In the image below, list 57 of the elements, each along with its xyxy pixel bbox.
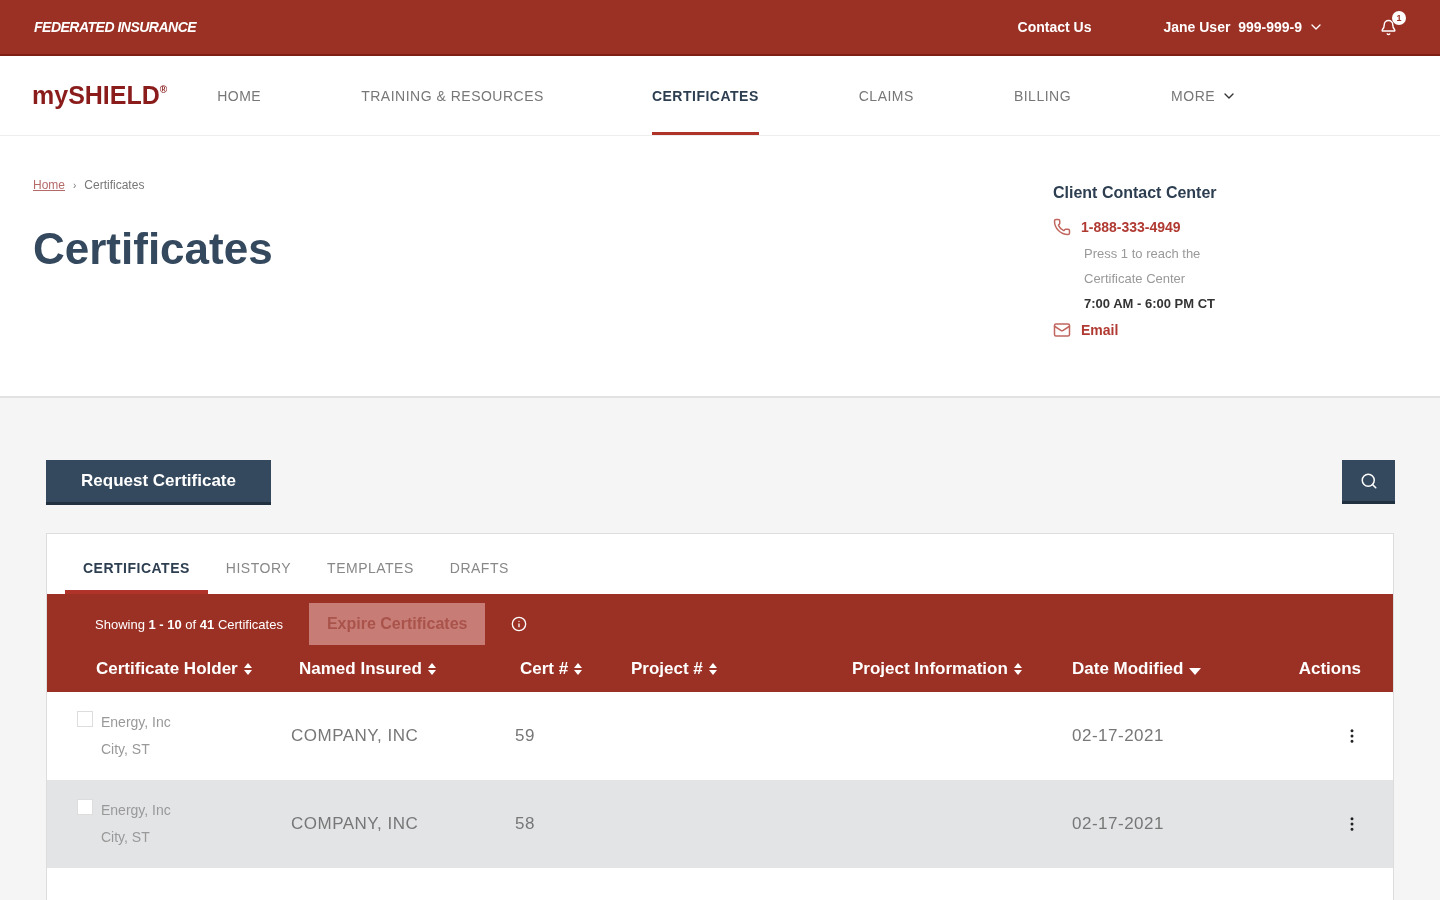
table-cell-text: 02-17-2021 [1072, 814, 1165, 834]
holder-location: City, ST [101, 828, 151, 847]
table-cell-text: 02-17-2021 [1072, 726, 1165, 746]
user-menu[interactable]: Jane User 999-999-9 [1163, 19, 1324, 35]
page-title: Certificates [33, 224, 274, 274]
column-header[interactable]: Actions [1295, 659, 1361, 679]
row-checkbox[interactable] [77, 799, 93, 815]
phone-link[interactable]: 1-888-333-4949 [1081, 219, 1181, 235]
phone-icon [1053, 218, 1071, 236]
contact-hours: 7:00 AM - 6:00 PM CT [1084, 296, 1216, 311]
holder-name: Energy, Inc [101, 801, 171, 820]
table-row[interactable]: Energy, Inc City, ST COMPANY, INC 58 02-17-2021 [47, 780, 1393, 868]
table-cell-text: COMPANY, INC [291, 726, 420, 746]
info-icon[interactable] [511, 616, 528, 632]
contact-link[interactable]: Contact Us [1017, 19, 1092, 35]
breadcrumb-link[interactable]: Home [33, 178, 65, 192]
holder-name: Energy, Inc [101, 713, 171, 732]
notification-badge: 1 [1392, 10, 1406, 25]
tab[interactable]: HISTORY [207, 560, 310, 594]
contact-note: Press 1 to reach the [1084, 246, 1202, 261]
nav-item[interactable]: TRAINING & RESOURCES [361, 56, 544, 135]
nav-item[interactable]: MORE [1171, 56, 1238, 135]
column-header[interactable]: Certificate Holder [77, 659, 291, 679]
results-summary: Showing 1 - 10 of 41 Certificates [95, 616, 283, 632]
sort-icon[interactable] [708, 663, 717, 675]
mail-icon [1053, 321, 1071, 339]
request-certificate-button[interactable]: Request Certificate [46, 460, 271, 505]
table-cell-text: COMPANY, INC [291, 814, 420, 834]
bell-icon[interactable] [1380, 18, 1397, 36]
sort-icon[interactable] [1013, 663, 1022, 675]
column-header[interactable]: Date Modified [1072, 659, 1295, 679]
column-header[interactable]: Cert # [515, 659, 631, 679]
logo[interactable]: mySHIELD® [32, 56, 168, 135]
email-link[interactable]: Email [1081, 322, 1119, 338]
nav-item[interactable]: CLAIMS [858, 56, 914, 135]
sort-icon[interactable] [574, 663, 583, 675]
table-cell-text: 59 [515, 726, 536, 746]
tab[interactable]: TEMPLATES [309, 560, 432, 594]
sort-icon[interactable] [427, 663, 436, 675]
table-cell-text: 58 [515, 814, 536, 834]
breadcrumb-separator: › [73, 179, 77, 191]
sort-icon[interactable] [243, 663, 252, 675]
holder-location: City, ST [101, 740, 151, 759]
tab[interactable]: DRAFTS [431, 560, 527, 594]
contact-note: Certificate Center [1084, 271, 1187, 286]
column-header[interactable]: Project Information [852, 659, 1072, 679]
nav-item[interactable]: HOME [217, 56, 262, 135]
column-header[interactable]: Project # [631, 659, 852, 679]
breadcrumb-current: Certificates [84, 178, 145, 192]
row-checkbox[interactable] [77, 711, 93, 727]
brand-logo[interactable]: FEDERATED INSURANCE [34, 19, 197, 35]
contact-title: Client Contact Center [1053, 184, 1218, 202]
search-button[interactable] [1342, 460, 1395, 504]
search-icon [1359, 471, 1378, 490]
sort-descending-icon[interactable] [1189, 667, 1202, 675]
nav-item[interactable]: BILLING [1013, 56, 1072, 135]
column-header[interactable]: Named Insured [291, 659, 515, 679]
